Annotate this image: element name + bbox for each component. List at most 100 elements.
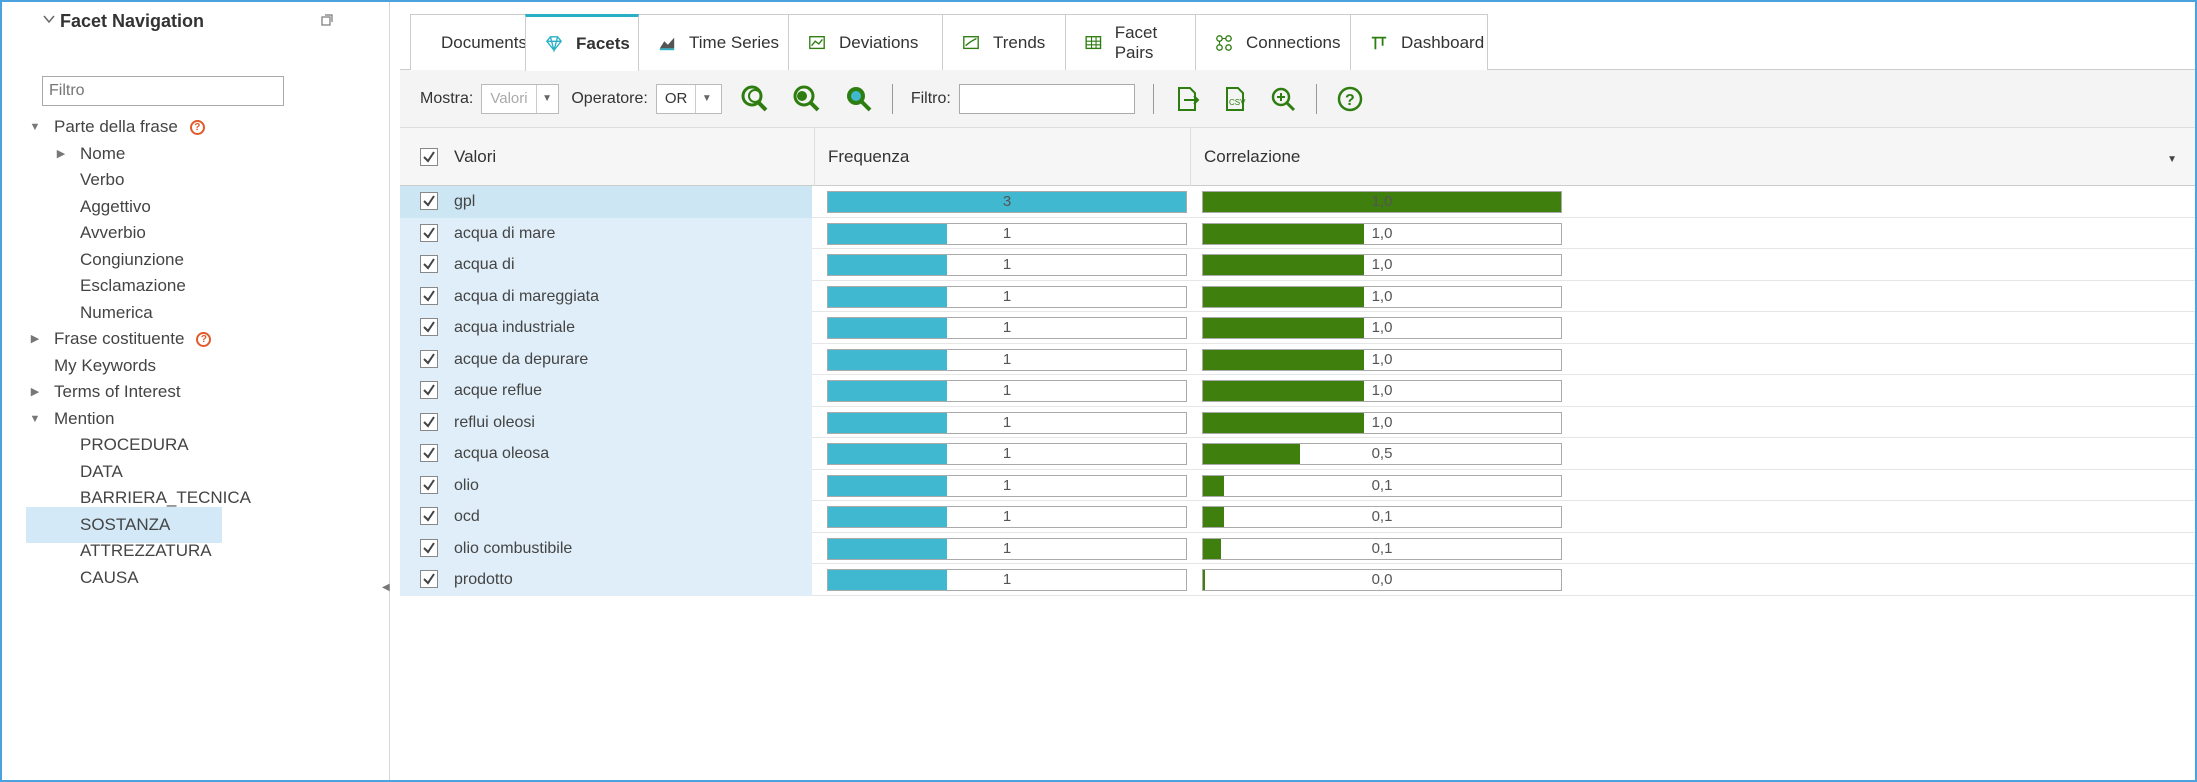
facet-value-label[interactable]: acqua di mare — [454, 218, 555, 249]
frequency-value: 1 — [1002, 571, 1012, 588]
row-checkbox[interactable] — [420, 286, 438, 305]
row-checkbox[interactable] — [420, 538, 438, 557]
row-checkbox[interactable] — [420, 412, 438, 431]
toolbar-divider — [1315, 83, 1317, 114]
tab-deviations[interactable]: Deviations — [788, 14, 943, 70]
checkmark-icon — [423, 384, 435, 396]
frequency-value: 1 — [1002, 413, 1012, 431]
checkmark-icon — [423, 151, 435, 163]
table-row[interactable]: acqua di mareggiata 1 1,0 — [400, 280, 2195, 312]
row-checkbox[interactable] — [420, 223, 438, 242]
column-header-frequency[interactable]: Frequenza — [828, 128, 909, 186]
row-checkbox[interactable] — [420, 318, 438, 336]
facet-tree-item[interactable]: CAUSA — [52, 560, 139, 596]
facet-value-label[interactable]: olio — [454, 470, 479, 501]
row-checkbox[interactable] — [420, 570, 438, 588]
facet-value-label[interactable]: acque da depurare — [454, 344, 588, 375]
facet-value-label[interactable]: acqua industriale — [454, 312, 575, 343]
correlation-bar: 1,0 — [1202, 222, 1562, 245]
checkmark-icon — [423, 478, 435, 491]
show-select[interactable]: Valori ▼ — [481, 83, 560, 114]
column-header-correlation[interactable]: Correlazione — [1204, 128, 1300, 186]
tab-facets[interactable]: Facets — [525, 14, 639, 71]
frequency-value: 1 — [1002, 350, 1012, 368]
facet-value-label[interactable]: acqua di — [454, 249, 515, 280]
row-checkbox[interactable] — [420, 255, 438, 273]
correlation-value: 0,5 — [1371, 445, 1393, 462]
correlation-value: 1,0 — [1371, 193, 1393, 210]
correlation-value: 1,0 — [1371, 287, 1393, 305]
help-circle-icon[interactable]: ? — [196, 331, 212, 347]
table-row[interactable]: ocd 1 0,1 — [400, 501, 2195, 533]
help-icon[interactable]: ? — [1335, 84, 1365, 114]
table-row[interactable]: acqua di 1 1,0 — [400, 249, 2195, 281]
row-checkbox[interactable] — [420, 381, 438, 399]
table-row[interactable]: prodotto 1 0,0 — [400, 564, 2195, 596]
panel-collapse-icon[interactable]: ◀ — [382, 582, 390, 593]
tree-expanded-icon[interactable]: ▼ — [26, 109, 44, 145]
correlation-bar: 1,0 — [1202, 191, 1562, 213]
show-select-arrow-icon[interactable]: ▼ — [535, 84, 558, 113]
show-select-value: Valori — [490, 90, 528, 107]
tab-documents[interactable]: Documents — [410, 14, 527, 70]
table-row[interactable]: gpl 3 1,0 — [400, 186, 2195, 218]
facet-value-label[interactable]: olio combustibile — [454, 533, 572, 564]
facet-value-label[interactable]: acqua oleosa — [454, 438, 549, 469]
row-checkbox[interactable] — [420, 475, 438, 494]
select-all-checkbox[interactable] — [420, 148, 438, 166]
table-row[interactable]: acque reflue 1 1,0 — [400, 375, 2195, 407]
checkmark-icon — [423, 541, 435, 554]
sort-descending-icon[interactable]: ▼ — [2167, 154, 2177, 165]
facet-navigation-panel: Facet Navigation ▼Parte della frase?▶Nom… — [2, 2, 390, 780]
export-csv-icon[interactable]: CSV — [1220, 84, 1250, 114]
row-checkbox[interactable] — [420, 444, 438, 462]
facet-value-label[interactable]: acque reflue — [454, 375, 542, 406]
frequency-value: 3 — [1002, 193, 1012, 210]
correlation-bar: 0,5 — [1202, 443, 1562, 465]
tree-expanded-icon[interactable]: ▼ — [26, 401, 44, 437]
facet-tree-item-label: CAUSA — [80, 567, 139, 587]
search-filter-icon[interactable] — [844, 84, 874, 114]
correlation-bar: 0,1 — [1202, 537, 1562, 560]
zoom-in-icon[interactable] — [1268, 84, 1298, 114]
operator-select-arrow-icon[interactable]: ▼ — [695, 84, 717, 113]
grid-filter-input[interactable] — [958, 83, 1135, 114]
row-checkbox[interactable] — [420, 192, 438, 210]
table-row[interactable]: olio 1 0,1 — [400, 469, 2195, 501]
correlation-value: 1,0 — [1371, 224, 1393, 242]
facet-value-label[interactable]: reflui oleosi — [454, 407, 535, 438]
chevron-down-icon[interactable] — [42, 12, 56, 26]
table-row[interactable]: acqua oleosa 1 0,5 — [400, 438, 2195, 470]
table-row[interactable]: acque da depurare 1 1,0 — [400, 343, 2195, 375]
tab-dashboard[interactable]: Dashboard — [1350, 14, 1488, 70]
correlation-value: 0,1 — [1371, 539, 1393, 557]
tab-facet-pairs[interactable]: Facet Pairs — [1065, 14, 1196, 70]
tab-label: Facets — [576, 34, 630, 53]
facet-value-label[interactable]: prodotto — [454, 564, 513, 595]
toolbar-divider — [891, 83, 893, 114]
facet-filter-input[interactable] — [42, 76, 284, 106]
search-facets-icon[interactable] — [740, 84, 770, 114]
table-row[interactable]: reflui oleosi 1 1,0 — [400, 406, 2195, 438]
facet-value-label[interactable]: ocd — [454, 501, 480, 532]
column-header-values[interactable]: Valori — [454, 128, 496, 186]
connections-icon — [1216, 34, 1232, 51]
frequency-value: 1 — [1002, 319, 1012, 336]
tab-time-series[interactable]: Time Series — [638, 14, 789, 70]
correlation-value: 1,0 — [1371, 350, 1393, 368]
tab-connections[interactable]: Connections — [1195, 14, 1351, 70]
table-row[interactable]: acqua industriale 1 1,0 — [400, 312, 2195, 344]
operator-select[interactable]: OR ▼ — [655, 83, 722, 114]
facet-value-label[interactable]: gpl — [454, 186, 475, 217]
table-row[interactable]: acqua di mare 1 1,0 — [400, 217, 2195, 249]
facet-value-label[interactable]: acqua di mareggiata — [454, 281, 599, 312]
help-circle-icon[interactable]: ? — [189, 119, 205, 135]
table-row[interactable]: olio combustibile 1 0,1 — [400, 532, 2195, 564]
tab-trends[interactable]: Trends — [942, 14, 1066, 70]
row-checkbox[interactable] — [420, 349, 438, 368]
frequency-bar: 1 — [827, 285, 1187, 308]
export-icon[interactable] — [1172, 84, 1202, 114]
row-checkbox[interactable] — [420, 507, 438, 525]
popout-icon[interactable] — [320, 13, 334, 27]
search-add-icon[interactable] — [792, 84, 822, 114]
